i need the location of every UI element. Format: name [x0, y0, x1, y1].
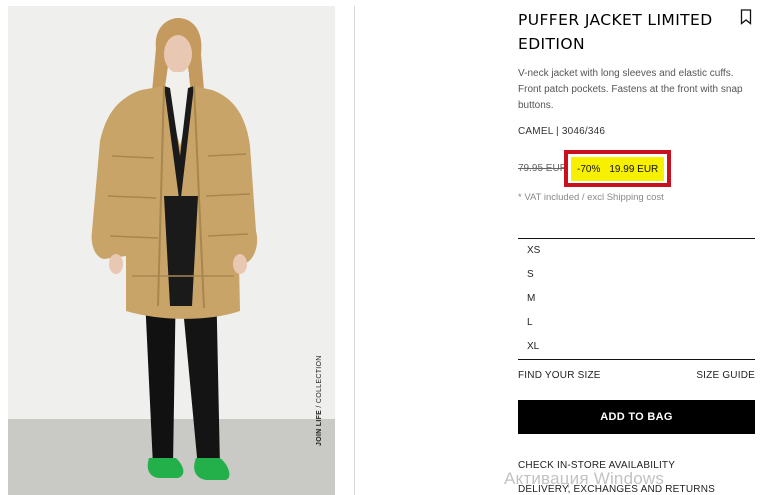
find-your-size-link[interactable]: FIND YOUR SIZE [518, 370, 601, 381]
add-to-bag-button[interactable]: ADD TO BAG [518, 400, 755, 434]
bookmark-icon[interactable] [740, 9, 752, 25]
model-wearing-jacket [91, 18, 258, 480]
size-option-s[interactable]: S [518, 263, 755, 287]
discount-label: -70% [577, 163, 601, 175]
vat-note: * VAT included / excl Shipping cost [518, 192, 664, 203]
size-option-xs[interactable]: XS [518, 239, 755, 263]
sale-price: 19.99 EUR [609, 163, 659, 175]
product-description: V-neck jacket with long sleeves and elas… [518, 68, 743, 111]
collection-caption: JOIN LIFE / COLLECTION [316, 355, 323, 446]
sale-price-badge: -70% 19.99 EUR [571, 157, 664, 181]
product-image[interactable]: JOIN LIFE / COLLECTION [8, 6, 335, 495]
size-option-m[interactable]: M [518, 287, 755, 311]
old-price: 79.95 EUR [518, 163, 566, 174]
divider [354, 6, 355, 495]
size-option-l[interactable]: L [518, 311, 755, 335]
size-option-xl[interactable]: XL [518, 335, 755, 359]
size-guide-link[interactable]: SIZE GUIDE [696, 370, 755, 381]
delivery-returns-link[interactable]: DELIVERY, EXCHANGES AND RETURNS [518, 484, 715, 495]
size-selector: XS S M L XL [518, 238, 755, 360]
product-title: PUFFER JACKET LIMITED EDITION [518, 11, 713, 53]
color-reference: CAMEL | 3046/346 [518, 126, 606, 137]
check-store-availability-link[interactable]: CHECK IN-STORE AVAILABILITY [518, 460, 675, 471]
